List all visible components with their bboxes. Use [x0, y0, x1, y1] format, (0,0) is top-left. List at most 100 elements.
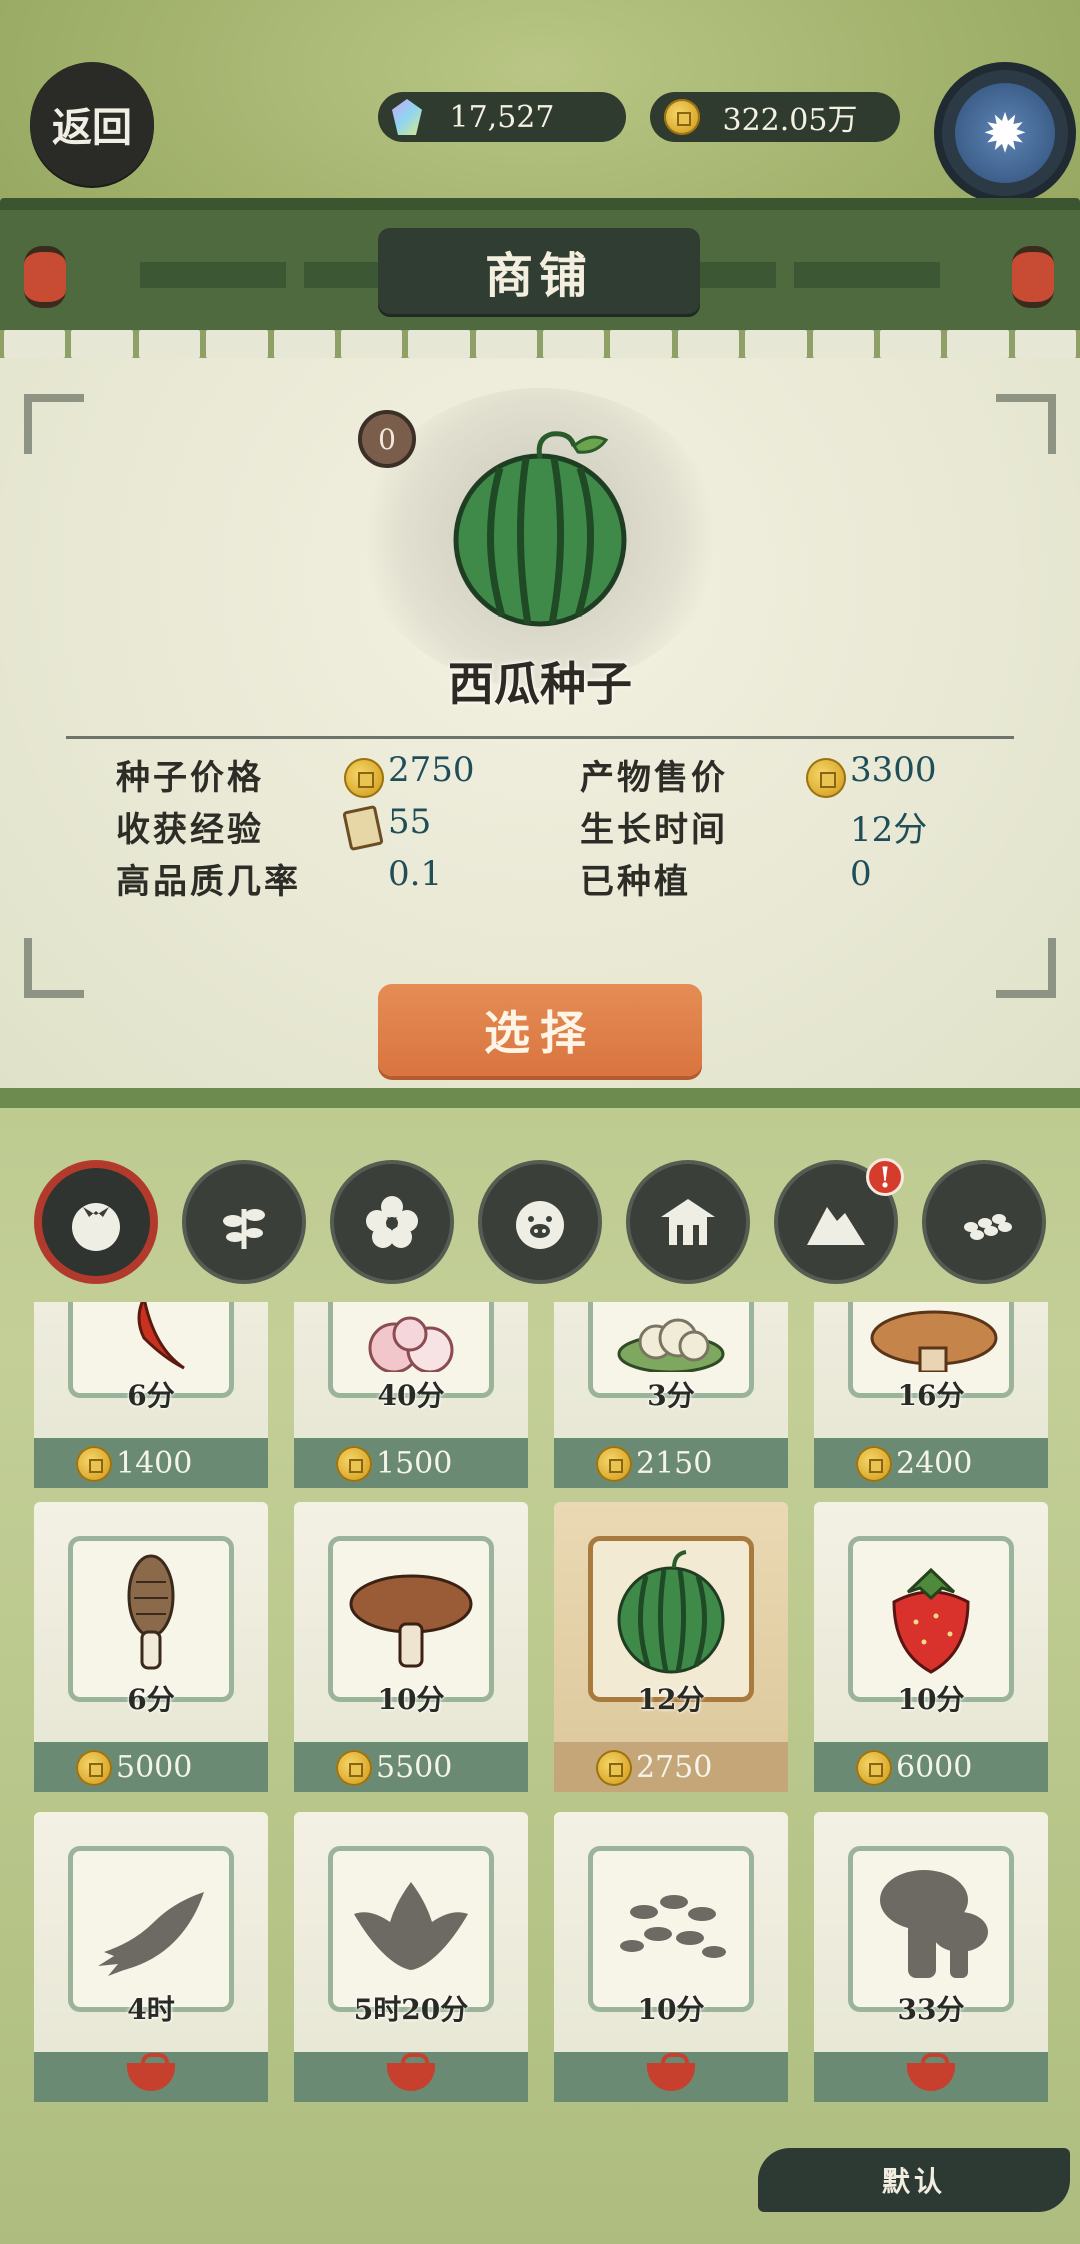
watermelon-icon	[453, 431, 627, 627]
tab-buildings[interactable]	[626, 1160, 750, 1284]
back-button[interactable]: 返回	[30, 62, 154, 186]
tab-grains[interactable]	[922, 1160, 1046, 1284]
sell-price-value: 3300	[850, 750, 937, 790]
scroll-icon	[342, 804, 384, 852]
item-card-mushroom[interactable]: 16分 2400	[814, 1302, 1048, 1488]
corner-ornament	[24, 394, 84, 454]
flower-icon	[366, 1196, 418, 1248]
mushroom-icon	[870, 1310, 998, 1372]
price-value: 6000	[896, 1749, 973, 1785]
gem-icon	[392, 99, 428, 135]
price-bar: 2400	[814, 1438, 1048, 1488]
lock-icon	[647, 2053, 695, 2091]
strawberry-icon	[892, 1567, 970, 1674]
item-card-morel[interactable]: 6分 5000	[34, 1502, 268, 1792]
coin-icon	[856, 1750, 892, 1786]
pig-icon	[516, 1201, 564, 1249]
sprout-icon	[223, 1209, 265, 1249]
lotus-silhouette-icon	[354, 1882, 468, 1970]
price-bar	[554, 2052, 788, 2102]
lock-icon	[387, 2053, 435, 2091]
grow-time: 33分	[897, 1993, 965, 2026]
item-card-mushroom-cluster[interactable]: 33分	[814, 1812, 1048, 2102]
item-card-strawberry[interactable]: 10分 6000	[814, 1502, 1048, 1792]
price-bar: 1400	[34, 1438, 268, 1488]
exp-label: 收获经验	[116, 810, 264, 850]
corner-ornament	[996, 394, 1056, 454]
item-card-ginseng[interactable]: 4时	[34, 1812, 268, 2102]
price-bar: 1500	[294, 1438, 528, 1488]
lantern-right-icon	[1012, 246, 1054, 308]
grow-time: 10分	[897, 1683, 965, 1716]
mountain-icon	[807, 1207, 865, 1245]
grow-time-value: 12分	[850, 810, 928, 850]
grow-time: 4时	[127, 1993, 175, 2026]
alert-badge: !	[866, 1158, 904, 1196]
watermelon-icon	[617, 1550, 725, 1674]
tab-vegetables[interactable]	[34, 1160, 158, 1284]
lock-icon	[127, 2053, 175, 2091]
gem-counter[interactable]: 17,527	[378, 92, 626, 142]
item-grid: 6分 1400 40分 1500 3分 2150 16分 2400 6分 500…	[0, 1302, 1080, 2244]
select-button[interactable]: 选择	[378, 984, 702, 1076]
price-bar	[294, 2052, 528, 2102]
price-value: 2150	[636, 1445, 713, 1481]
price-value: 1400	[116, 1445, 193, 1481]
price-bar: 2750	[554, 1742, 788, 1792]
grow-time: 3分	[647, 1379, 695, 1412]
grow-time: 16分	[897, 1379, 965, 1412]
coin-icon	[344, 758, 384, 798]
grow-time: 6分	[127, 1379, 175, 1412]
price-bar: 5500	[294, 1742, 528, 1792]
grow-time: 6分	[127, 1683, 175, 1716]
item-card-cauliflower[interactable]: 3分 2150	[554, 1302, 788, 1488]
mushroom-silhouette-icon	[880, 1870, 988, 1978]
price-value: 1500	[376, 1445, 453, 1481]
quality-value: 0.1	[388, 854, 443, 894]
owned-count-badge: 0	[358, 410, 416, 468]
item-card-lotus[interactable]: 5时20分	[294, 1812, 528, 2102]
price-value: 5000	[116, 1749, 193, 1785]
tab-herbs[interactable]	[182, 1160, 306, 1284]
panel-border	[0, 1088, 1080, 1108]
grow-time: 12分	[637, 1683, 705, 1716]
item-card-peony[interactable]: 40分 1500	[294, 1302, 528, 1488]
planted-value: 0	[850, 854, 872, 894]
price-bar	[814, 2052, 1048, 2102]
item-card-chili[interactable]: 6分 1400	[34, 1302, 268, 1488]
planted-label: 已种植	[580, 862, 691, 902]
coin-icon	[596, 1446, 632, 1482]
grow-time: 5时20分	[353, 1993, 469, 2026]
item-card-seeds[interactable]: 10分	[554, 1812, 788, 2102]
house-icon	[661, 1199, 715, 1245]
shiitake-icon	[349, 1574, 473, 1668]
sell-price-label: 产物售价	[580, 758, 728, 798]
tab-flowers[interactable]	[330, 1160, 454, 1284]
page-title: 商铺	[378, 228, 700, 314]
coin-icon	[336, 1750, 372, 1786]
settings-button[interactable]: ✹	[934, 62, 1076, 204]
coin-icon	[664, 99, 700, 135]
price-bar	[34, 2052, 268, 2102]
coin-counter[interactable]: 322.05万	[650, 92, 900, 142]
ginseng-silhouette-icon	[98, 1892, 204, 1976]
price-value: 2400	[896, 1445, 973, 1481]
coin-icon	[856, 1446, 892, 1482]
price-value: 5500	[376, 1749, 453, 1785]
gear-icon: ✹	[955, 83, 1055, 183]
coin-icon	[806, 758, 846, 798]
price-bar: 6000	[814, 1742, 1048, 1792]
item-card-shiitake[interactable]: 10分 5500	[294, 1502, 528, 1792]
tab-livestock[interactable]	[478, 1160, 602, 1284]
wall-tiles	[0, 330, 1080, 358]
item-card-watermelon[interactable]: 12分 2750	[554, 1502, 788, 1792]
sort-button[interactable]: 默认	[758, 2148, 1070, 2212]
coin-icon	[336, 1446, 372, 1482]
grow-time: 40分	[377, 1379, 445, 1412]
corner-ornament	[996, 938, 1056, 998]
peony-icon	[368, 1316, 454, 1372]
grow-time: 10分	[637, 1993, 705, 2026]
divider	[66, 736, 1014, 739]
seeds-silhouette-icon	[620, 1895, 726, 1958]
grow-time: 10分	[377, 1683, 445, 1716]
